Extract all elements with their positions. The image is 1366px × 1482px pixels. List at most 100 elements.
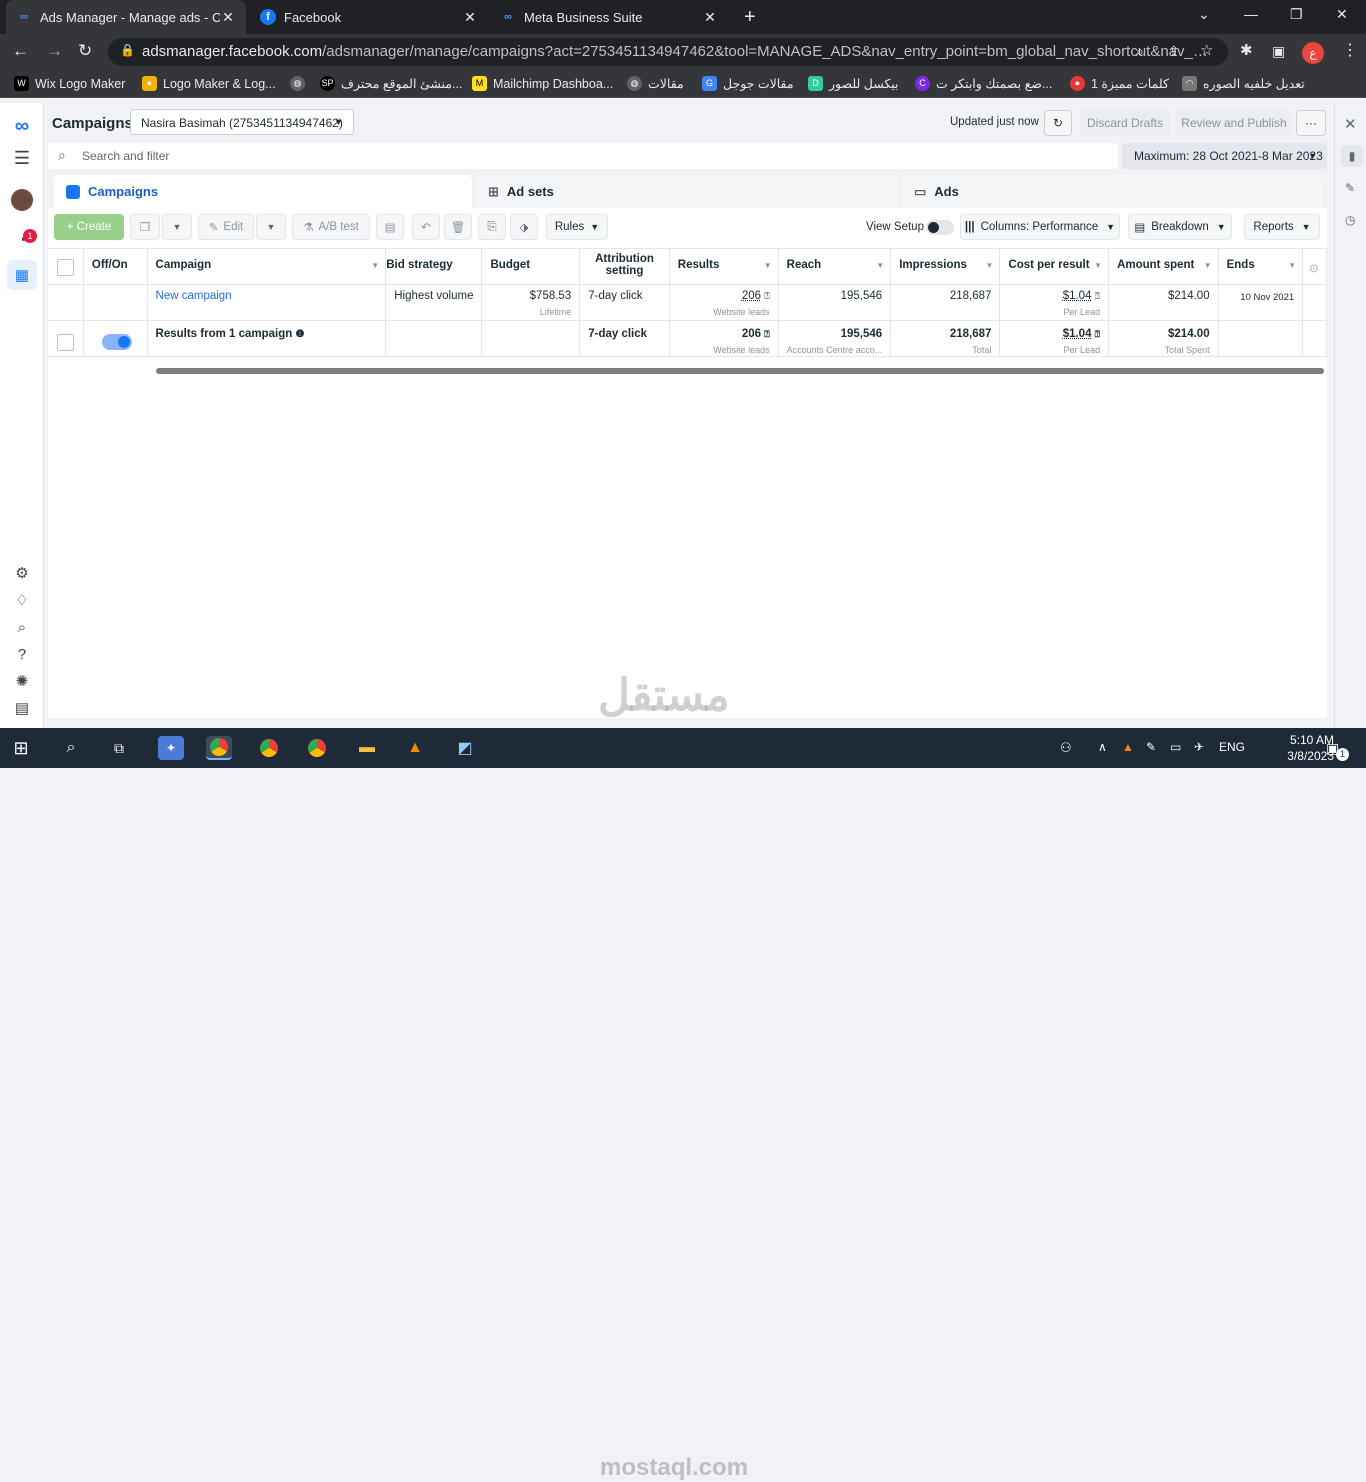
col-bid-strategy[interactable]: Bid strategy: [385, 248, 483, 285]
zoom-icon[interactable]: ⌕: [1136, 42, 1144, 60]
undo-button[interactable]: ↶: [412, 214, 440, 240]
edit-button[interactable]: ✎ Edit: [198, 214, 254, 240]
date-range-picker[interactable]: Maximum: 28 Oct 2021-8 Mar 2023 ▼: [1122, 143, 1327, 169]
back-icon[interactable]: ←: [12, 42, 29, 60]
language-indicator[interactable]: ENG: [1219, 740, 1245, 754]
duplicate-dropdown[interactable]: ▼: [162, 214, 192, 240]
bookmark-7[interactable]: G مقالات جوجل: [702, 76, 794, 91]
duplicate-button[interactable]: ❐: [130, 214, 160, 240]
search-input[interactable]: ⌕ Search and filter: [48, 143, 1118, 169]
file-explorer-icon[interactable]: ▬: [354, 736, 380, 760]
share-icon[interactable]: ⇪: [1168, 42, 1180, 60]
chrome-profile-p-icon[interactable]: [304, 736, 330, 760]
windows-start-icon[interactable]: ⊞: [8, 736, 34, 760]
add-column-cell[interactable]: ⊙: [1302, 248, 1327, 285]
close-icon[interactable]: ✕: [702, 9, 718, 26]
paint-icon[interactable]: ✦: [158, 736, 184, 760]
chrome-profile-icon[interactable]: [256, 736, 282, 760]
window-close-button[interactable]: ✕: [1336, 6, 1348, 23]
create-button[interactable]: + Create: [54, 214, 124, 240]
lock-icon[interactable]: 🔒: [120, 43, 135, 57]
bookmark-11[interactable]: ◠ تعديل خلفيه الصوره: [1182, 76, 1305, 91]
tab-campaigns[interactable]: Campaigns: [54, 175, 472, 208]
bookmark-8[interactable]: D بيكسل للصور: [808, 76, 899, 91]
col-budget[interactable]: Budget: [481, 248, 581, 285]
tab-search-icon[interactable]: ⌄: [1198, 6, 1210, 23]
avatar[interactable]: [11, 189, 33, 211]
help-icon[interactable]: ?: [11, 643, 33, 665]
bell-icon[interactable]: ♢: [11, 589, 33, 611]
info-icon[interactable]: ❶: [296, 329, 305, 340]
col-impressions[interactable]: Impressions ▼: [890, 248, 1001, 285]
reload-icon[interactable]: ↻: [78, 42, 92, 60]
reports-button[interactable]: Reports ▼: [1244, 214, 1320, 240]
col-reach[interactable]: Reach ▼: [778, 248, 892, 285]
bug-icon[interactable]: ✺: [11, 670, 33, 692]
menu-icon[interactable]: ⋮: [1342, 42, 1358, 60]
breakdown-button[interactable]: ▤ Breakdown ▼: [1128, 214, 1232, 240]
cpr-value[interactable]: $1.04: [1063, 290, 1092, 302]
edit-dropdown[interactable]: ▼: [256, 214, 286, 240]
new-tab-button[interactable]: +: [734, 0, 764, 34]
forward-icon[interactable]: →: [46, 42, 63, 60]
tab-facebook[interactable]: f Facebook ✕: [250, 0, 488, 34]
select-all-checkbox[interactable]: [57, 259, 74, 276]
col-cost-per-result[interactable]: Cost per result ▼: [999, 248, 1110, 285]
bookmark-3[interactable]: ◍: [290, 76, 311, 91]
task-view-icon[interactable]: ⧉: [106, 736, 132, 760]
tab-ads[interactable]: ▭ Ads: [902, 175, 1322, 208]
bookmark-9[interactable]: C ضع بصمتك وابتكر ت...: [915, 76, 1052, 91]
history-icon[interactable]: ◷: [1345, 213, 1355, 227]
airplane-icon[interactable]: ✈: [1194, 740, 1204, 754]
review-publish-button[interactable]: Review and Publish: [1176, 110, 1292, 136]
star-icon[interactable]: ☆: [1200, 42, 1213, 60]
profile-avatar[interactable]: ع: [1302, 42, 1324, 64]
tab-meta-business[interactable]: ∞ Meta Business Suite ✕: [490, 0, 728, 34]
refresh-button[interactable]: ↻: [1044, 110, 1072, 136]
col-offon[interactable]: Off/On: [83, 248, 148, 285]
vlc-icon[interactable]: ▲: [402, 736, 428, 760]
col-results[interactable]: Results ▼: [669, 248, 779, 285]
tray-chevron-icon[interactable]: ∧: [1098, 740, 1107, 754]
vlc-tray-icon[interactable]: ▲: [1122, 740, 1134, 754]
people-icon[interactable]: ⚇: [1060, 740, 1072, 756]
hamburger-icon[interactable]: ☰: [11, 147, 33, 169]
account-selector[interactable]: Nasira Basimah (2753451134947462) ▼: [130, 109, 354, 135]
campaigns-table-icon[interactable]: ▦: [7, 260, 37, 290]
table-row[interactable]: New campaign Highest volume $758.53 Lifet…: [48, 284, 1327, 351]
chart-icon[interactable]: ▮: [1341, 145, 1363, 167]
tray-app-icon[interactable]: ✎: [1146, 740, 1156, 754]
sidepanel-icon[interactable]: ▣: [1272, 42, 1285, 60]
horizontal-scrollbar[interactable]: [156, 368, 1324, 374]
restore-button[interactable]: ❐: [1290, 6, 1303, 23]
settings-icon[interactable]: ⚙: [11, 562, 33, 584]
search-icon[interactable]: ⌕: [58, 736, 84, 760]
tab-ads-manager[interactable]: ∞ Ads Manager - Manage ads - Campaigns ✕: [6, 0, 246, 34]
close-panel-icon[interactable]: ✕: [1344, 115, 1357, 133]
url-bar[interactable]: 🔒 adsmanager.facebook.com/adsmanager/man…: [108, 38, 1228, 66]
campaign-link[interactable]: New campaign: [156, 290, 232, 302]
pages-icon[interactable]: ▤: [11, 697, 33, 719]
notepad-icon[interactable]: ◩: [452, 736, 478, 760]
columns-button[interactable]: ||| Columns: Performance ▼: [960, 214, 1120, 240]
clipboard-button[interactable]: ▤: [376, 214, 404, 240]
bookmark-5[interactable]: M Mailchimp Dashboa...: [472, 76, 613, 91]
more-options-button[interactable]: ···: [1296, 110, 1326, 136]
rules-button[interactable]: Rules ▼: [546, 214, 608, 240]
col-attribution[interactable]: Attribution setting: [579, 248, 670, 285]
chrome-icon[interactable]: [206, 736, 232, 760]
view-setup-toggle[interactable]: [926, 220, 954, 235]
search-icon[interactable]: ⌕: [11, 616, 33, 638]
close-icon[interactable]: ✕: [462, 9, 478, 26]
minimize-button[interactable]: —: [1244, 6, 1258, 22]
tab-adsets[interactable]: ⊞ Ad sets: [476, 175, 898, 208]
extensions-icon[interactable]: ✱: [1240, 42, 1253, 60]
discard-drafts-button[interactable]: Discard Drafts: [1080, 110, 1170, 136]
col-amount-spent[interactable]: Amount spent ▼: [1108, 248, 1219, 285]
bookmark-10[interactable]: ● كلمات مميزة 1: [1070, 76, 1169, 91]
col-campaign[interactable]: Campaign ▼: [147, 248, 387, 285]
close-icon[interactable]: ✕: [220, 9, 236, 26]
tag-button[interactable]: ⬗: [510, 214, 538, 240]
meta-logo-icon[interactable]: ∞: [11, 115, 33, 137]
results-value[interactable]: 206: [742, 290, 761, 302]
